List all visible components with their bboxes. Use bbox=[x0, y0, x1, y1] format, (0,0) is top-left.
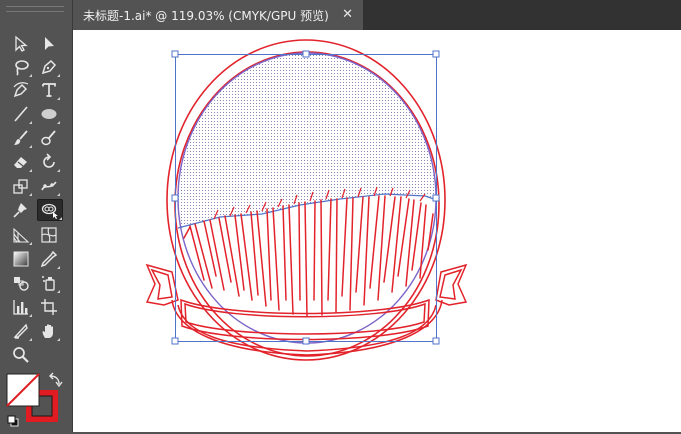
type-tool[interactable] bbox=[38, 80, 60, 100]
mesh-icon bbox=[41, 227, 57, 243]
magnifier-icon bbox=[13, 347, 29, 363]
rotate-icon bbox=[43, 153, 55, 168]
shape-builder-icon bbox=[41, 203, 58, 219]
default-colors-icon[interactable] bbox=[7, 415, 19, 427]
column-graph-tool[interactable] bbox=[10, 297, 32, 317]
symbol-sprayer-tool[interactable] bbox=[38, 273, 60, 293]
handle-bottom-center bbox=[302, 337, 310, 345]
lasso-tool[interactable] bbox=[10, 57, 32, 77]
tools-panel bbox=[0, 0, 73, 432]
column-graph-icon bbox=[13, 300, 28, 315]
puppet-warp-tool[interactable] bbox=[38, 176, 60, 196]
curvature-tool[interactable] bbox=[10, 80, 32, 100]
eyedropper-icon bbox=[40, 250, 58, 268]
slice-knife-icon bbox=[13, 323, 28, 339]
handle-bottom-left bbox=[171, 337, 179, 345]
eraser-tool[interactable] bbox=[10, 152, 32, 172]
puppet-warp-icon bbox=[41, 181, 57, 191]
arrow-outline-icon bbox=[15, 35, 28, 52]
illustrator-window: 未标题-1.ai* @ 119.03% (CMYK/GPU 预览) ✕ bbox=[0, 0, 681, 432]
pen-tool[interactable] bbox=[38, 57, 60, 77]
artboard-tool[interactable] bbox=[38, 297, 60, 317]
artboard-icon bbox=[41, 299, 57, 315]
handle-bottom-right bbox=[432, 337, 440, 345]
handle-top-left bbox=[171, 50, 179, 58]
zoom-tool[interactable] bbox=[10, 345, 32, 365]
shape-builder-tool[interactable] bbox=[37, 199, 63, 221]
arrow-filled-icon bbox=[45, 37, 54, 50]
fill-swatch[interactable] bbox=[6, 373, 40, 407]
gradient-tool[interactable] bbox=[10, 249, 32, 269]
mesh-tool[interactable] bbox=[38, 225, 60, 245]
close-icon[interactable]: ✕ bbox=[342, 7, 353, 23]
slice-tool[interactable] bbox=[10, 321, 32, 341]
paintbrush-tool[interactable] bbox=[10, 128, 32, 148]
document-tab[interactable]: 未标题-1.ai* @ 119.03% (CMYK/GPU 预览) ✕ bbox=[73, 0, 363, 30]
eraser-icon bbox=[14, 157, 27, 168]
artboard-canvas[interactable] bbox=[73, 30, 681, 432]
blend-icon bbox=[14, 277, 29, 291]
perspective-grid-tool[interactable] bbox=[10, 225, 32, 245]
blob-brush-tool[interactable] bbox=[38, 128, 60, 148]
rotate-tool[interactable] bbox=[38, 152, 60, 172]
direct-selection-tool[interactable] bbox=[38, 34, 60, 54]
handle-middle-right bbox=[432, 194, 440, 202]
selection-tool[interactable] bbox=[10, 34, 32, 54]
pushpin-icon bbox=[13, 203, 27, 218]
lasso-icon bbox=[15, 60, 29, 76]
scale-icon bbox=[13, 179, 28, 194]
blend-tool[interactable] bbox=[10, 273, 32, 293]
blob-brush-icon bbox=[41, 130, 56, 146]
hand-tool[interactable] bbox=[38, 321, 60, 341]
line-tool[interactable] bbox=[10, 104, 32, 124]
panel-grip[interactable] bbox=[6, 6, 64, 12]
artwork bbox=[145, 39, 468, 361]
document-tab-title: 未标题-1.ai* @ 119.03% (CMYK/GPU 预览) bbox=[83, 8, 329, 23]
eyedropper-tool[interactable] bbox=[38, 249, 60, 269]
fill-stroke-swatches bbox=[4, 370, 68, 430]
handle-top-center bbox=[302, 50, 310, 58]
perspective-grid-icon bbox=[13, 227, 30, 243]
gradient-icon bbox=[13, 251, 29, 267]
type-t-icon bbox=[42, 83, 56, 97]
line-segment-icon bbox=[14, 106, 28, 122]
ellipse-icon bbox=[41, 109, 57, 119]
symbol-sprayer-icon bbox=[42, 276, 55, 291]
curvature-pen-icon bbox=[13, 82, 29, 98]
hand-icon bbox=[42, 324, 53, 338]
pin-tool[interactable] bbox=[10, 200, 32, 220]
document-tab-bar: 未标题-1.ai* @ 119.03% (CMYK/GPU 预览) ✕ bbox=[73, 0, 681, 30]
scale-tool[interactable] bbox=[10, 176, 32, 196]
swap-colors-icon[interactable] bbox=[49, 372, 63, 388]
pen-nib-icon bbox=[41, 59, 57, 75]
handle-middle-left bbox=[171, 194, 179, 202]
handle-top-right bbox=[432, 50, 440, 58]
ellipse-tool[interactable] bbox=[38, 104, 60, 124]
paintbrush-icon bbox=[14, 130, 28, 145]
